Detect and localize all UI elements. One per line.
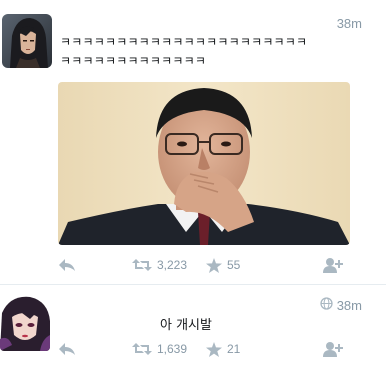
tweet-photo[interactable] xyxy=(58,82,350,245)
star-icon xyxy=(206,257,222,273)
retweet-button[interactable]: 1,639 xyxy=(132,339,187,359)
avatar[interactable] xyxy=(2,14,52,68)
star-icon xyxy=(206,341,222,357)
tweet[interactable]: 38m ㅋㅋㅋㅋㅋㅋㅋㅋㅋㅋㅋㅋㅋㅋㅋㅋㅋㅋㅋㅋㅋㅋ ㅋㅋㅋㅋㅋㅋㅋㅋㅋㅋㅋㅋㅋ xyxy=(0,0,386,282)
tweet-actions: 3,223 55 xyxy=(56,255,356,275)
tweet-text: ㅋㅋㅋㅋㅋㅋㅋㅋㅋㅋㅋㅋㅋㅋㅋㅋㅋㅋㅋㅋㅋㅋ ㅋㅋㅋㅋㅋㅋㅋㅋㅋㅋㅋㅋㅋ xyxy=(60,33,360,71)
retweet-count: 3,223 xyxy=(157,258,188,272)
retweet-button[interactable]: 3,223 xyxy=(132,255,187,275)
retweet-count: 1,639 xyxy=(157,342,188,356)
like-count: 21 xyxy=(227,342,241,356)
add-user-icon xyxy=(323,257,343,273)
add-user-icon xyxy=(323,341,343,357)
follow-button[interactable] xyxy=(323,339,343,359)
like-button[interactable]: 55 xyxy=(206,255,240,275)
tweet-text: 아 개시발 xyxy=(160,318,212,333)
reply-button[interactable] xyxy=(58,255,76,275)
retweet-icon xyxy=(132,342,152,356)
timeline: 38m ㅋㅋㅋㅋㅋㅋㅋㅋㅋㅋㅋㅋㅋㅋㅋㅋㅋㅋㅋㅋㅋㅋ ㅋㅋㅋㅋㅋㅋㅋㅋㅋㅋㅋㅋㅋ xyxy=(0,0,386,390)
tweet-meta: 38m xyxy=(320,297,362,313)
like-button[interactable]: 21 xyxy=(206,339,240,359)
tweet-divider xyxy=(0,284,386,285)
reply-icon xyxy=(58,258,76,272)
tweet-actions: 1,639 21 xyxy=(56,339,356,359)
reply-button[interactable] xyxy=(58,339,76,359)
globe-icon xyxy=(320,297,337,313)
tweet-text-line: ㅋㅋㅋㅋㅋㅋㅋㅋㅋㅋㅋㅋㅋㅋㅋㅋㅋㅋㅋㅋㅋㅋ xyxy=(60,35,308,49)
avatar[interactable] xyxy=(0,295,50,351)
retweet-icon xyxy=(132,258,152,272)
tweet-timestamp[interactable]: 38m xyxy=(337,298,362,313)
tweet-timestamp[interactable]: 38m xyxy=(337,16,362,31)
like-count: 55 xyxy=(227,258,241,272)
tweet-text-line: ㅋㅋㅋㅋㅋㅋㅋㅋㅋㅋㅋㅋㅋ xyxy=(60,54,207,68)
follow-button[interactable] xyxy=(323,255,343,275)
reply-icon xyxy=(58,342,76,356)
